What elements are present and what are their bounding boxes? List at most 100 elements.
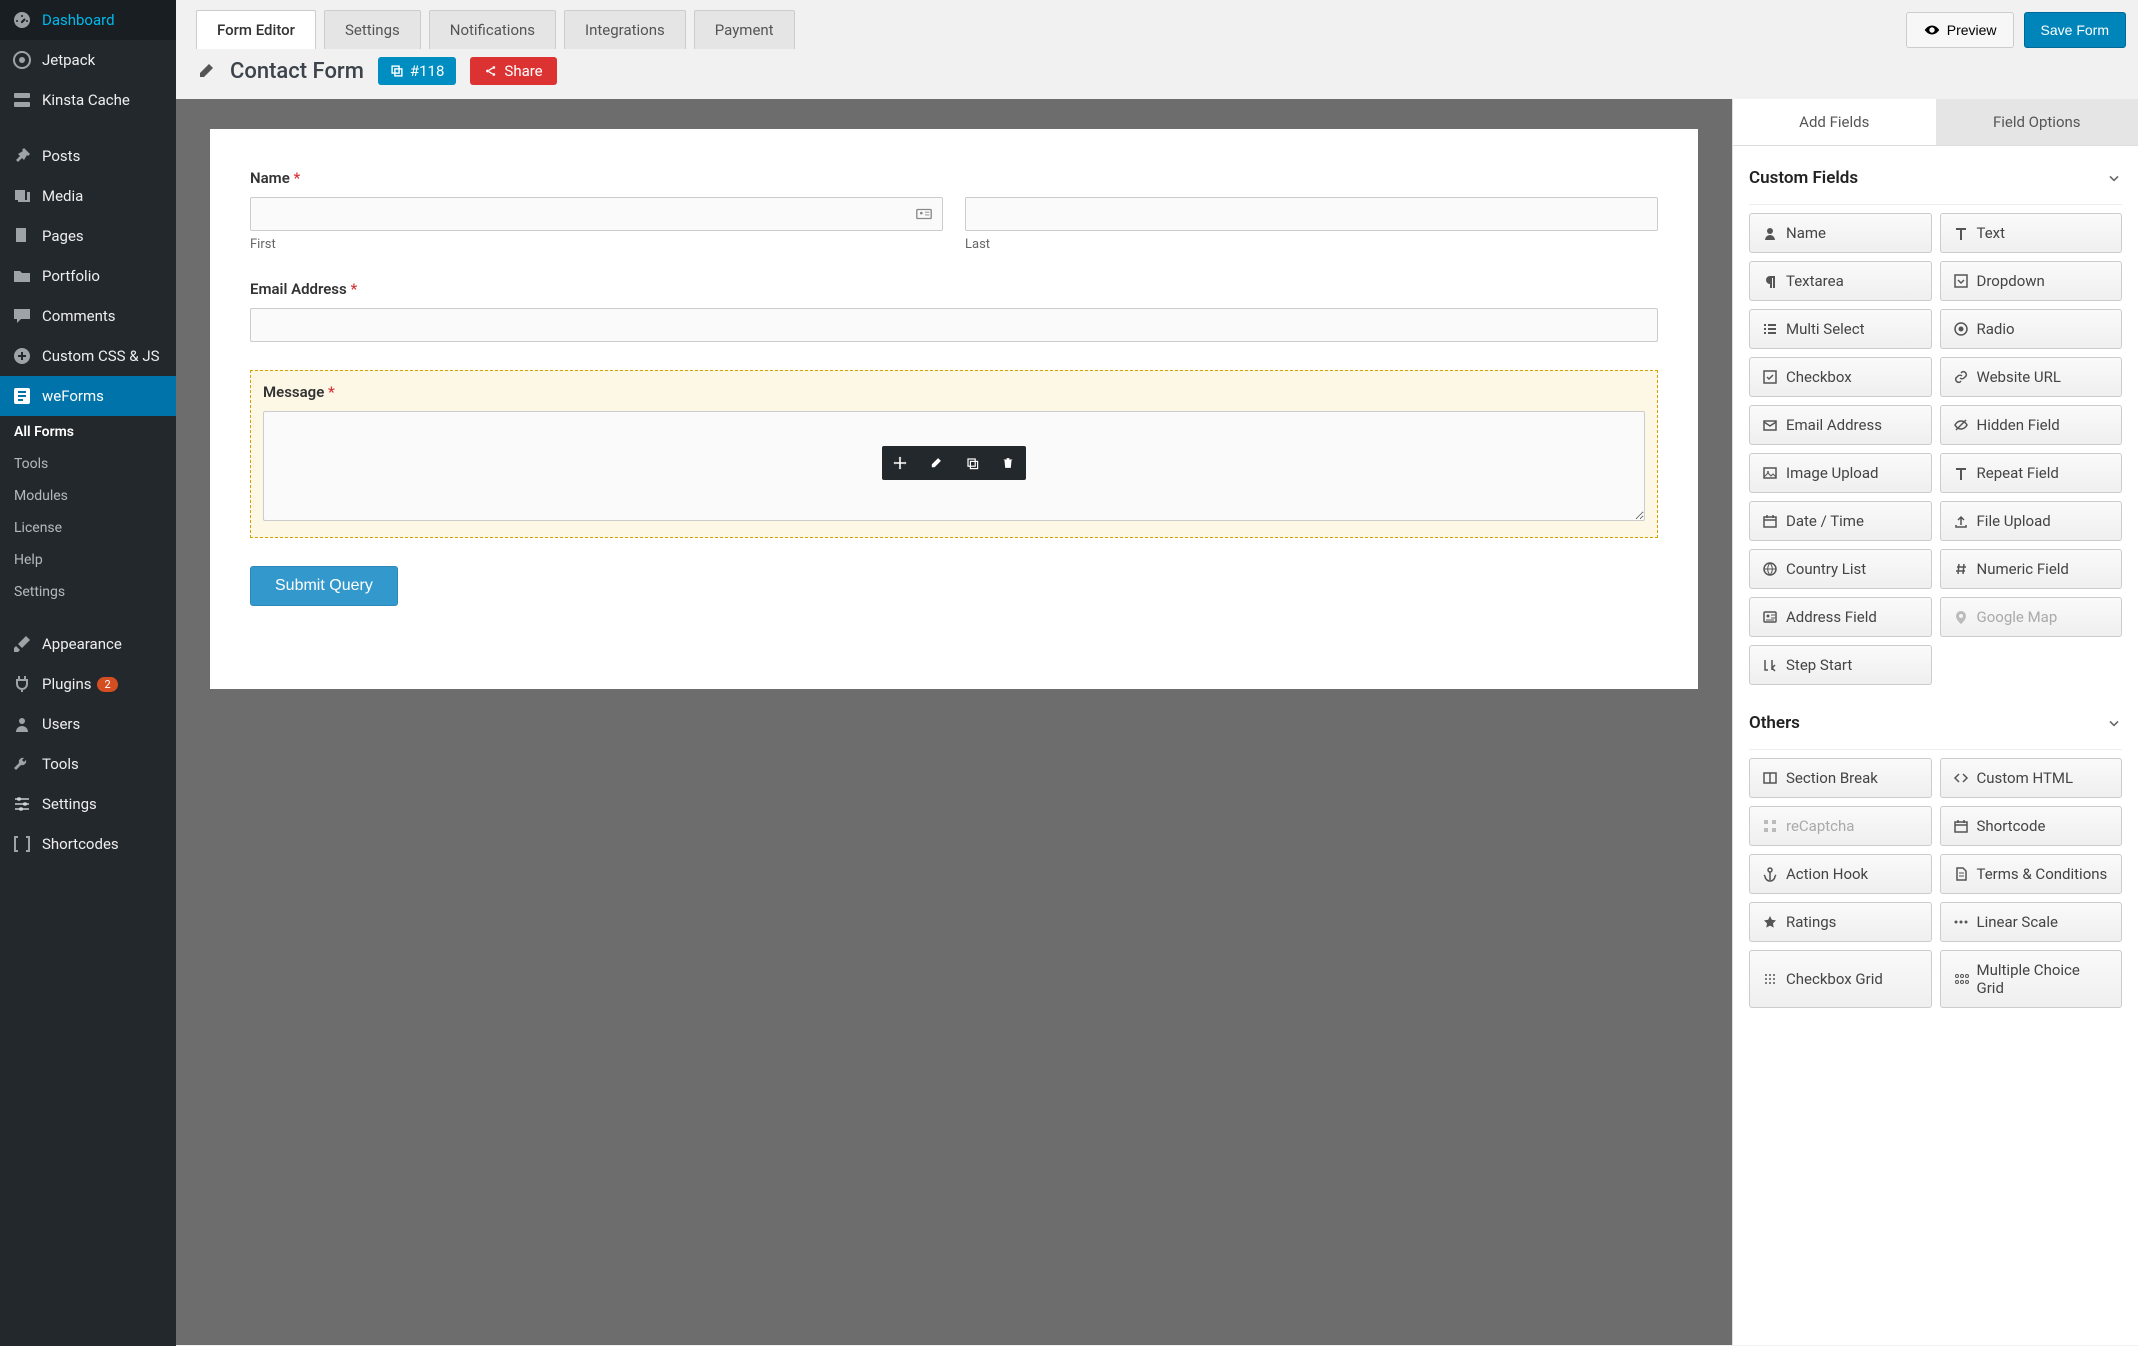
field-hidden-field[interactable]: Hidden Field: [1940, 405, 2123, 445]
text-icon: [1953, 225, 1969, 241]
field-text[interactable]: Text: [1940, 213, 2123, 253]
form-title: Contact Form: [230, 59, 364, 84]
field-linear-scale[interactable]: Linear Scale: [1940, 902, 2123, 942]
field-textarea[interactable]: Textarea: [1749, 261, 1932, 301]
field-name[interactable]: Name * First Last: [250, 169, 1658, 252]
field-checkbox-grid[interactable]: Checkbox Grid: [1749, 950, 1932, 1008]
field-terms-conditions[interactable]: Terms & Conditions: [1940, 854, 2123, 894]
field-file-upload[interactable]: File Upload: [1940, 501, 2123, 541]
tab-notifications[interactable]: Notifications: [429, 10, 556, 49]
tab-form-editor[interactable]: Form Editor: [196, 10, 316, 49]
sidebar-item-custom-css-js[interactable]: Custom CSS & JS: [0, 336, 176, 376]
field-image-upload[interactable]: Image Upload: [1749, 453, 1932, 493]
sidebar-item-posts[interactable]: Posts: [0, 136, 176, 176]
server-icon: [12, 90, 32, 110]
sidebar-sub-license[interactable]: License: [0, 512, 176, 544]
tab-add-fields[interactable]: Add Fields: [1733, 99, 1936, 146]
field-numeric-field[interactable]: Numeric Field: [1940, 549, 2123, 589]
field-ratings[interactable]: Ratings: [1749, 902, 1932, 942]
user-icon: [12, 714, 32, 734]
sidebar-item-jetpack[interactable]: Jetpack: [0, 40, 176, 80]
clone-field-button[interactable]: [954, 446, 990, 480]
tab-integrations[interactable]: Integrations: [564, 10, 686, 49]
share-button[interactable]: Share: [470, 57, 556, 85]
field-dropdown[interactable]: Dropdown: [1940, 261, 2123, 301]
field-email[interactable]: Email Address *: [250, 280, 1658, 342]
sidebar-label: Pages: [42, 227, 84, 245]
submit-button[interactable]: Submit Query: [250, 566, 398, 606]
dots-icon: [1953, 914, 1969, 930]
field-section-break[interactable]: Section Break: [1749, 758, 1932, 798]
sidebar-item-portfolio[interactable]: Portfolio: [0, 256, 176, 296]
field-label: Textarea: [1786, 272, 1844, 290]
section-custom-fields-header[interactable]: Custom Fields: [1749, 158, 2122, 198]
sidebar-item-kinsta-cache[interactable]: Kinsta Cache: [0, 80, 176, 120]
sidebar-item-comments[interactable]: Comments: [0, 296, 176, 336]
sidebar-sub-tools[interactable]: Tools: [0, 448, 176, 480]
field-message-selected[interactable]: Message *: [250, 370, 1658, 538]
brush-icon: [12, 634, 32, 654]
share-icon: [484, 64, 498, 78]
save-form-button[interactable]: Save Form: [2024, 12, 2126, 48]
file-icon: [1953, 866, 1969, 882]
field-repeat-field[interactable]: Repeat Field: [1940, 453, 2123, 493]
field-label: Date / Time: [1786, 512, 1864, 530]
message-label: Message *: [263, 383, 1645, 401]
sidebar-item-pages[interactable]: Pages: [0, 216, 176, 256]
edit-field-button[interactable]: [918, 446, 954, 480]
sidebar-item-weforms[interactable]: weForms: [0, 376, 176, 416]
sidebar-sub-modules[interactable]: Modules: [0, 480, 176, 512]
field-address-field[interactable]: Address Field: [1749, 597, 1932, 637]
field-custom-html[interactable]: Custom HTML: [1940, 758, 2123, 798]
field-step-start[interactable]: Step Start: [1749, 645, 1932, 685]
field-date-time[interactable]: Date / Time: [1749, 501, 1932, 541]
last-name-input[interactable]: [965, 197, 1658, 231]
first-name-input[interactable]: [250, 197, 943, 231]
field-label: File Upload: [1977, 512, 2051, 530]
field-shortcode[interactable]: Shortcode: [1940, 806, 2123, 846]
sidebar-item-plugins[interactable]: Plugins2: [0, 664, 176, 704]
field-multi-select[interactable]: Multi Select: [1749, 309, 1932, 349]
tab-field-options[interactable]: Field Options: [1936, 99, 2138, 146]
field-website-url[interactable]: Website URL: [1940, 357, 2123, 397]
move-field-button[interactable]: [882, 446, 918, 480]
tab-payment[interactable]: Payment: [694, 10, 795, 49]
star-icon: [1762, 914, 1778, 930]
sidebar-label: Plugins: [42, 675, 91, 693]
sidebar-item-shortcodes[interactable]: Shortcodes: [0, 824, 176, 864]
field-country-list[interactable]: Country List: [1749, 549, 1932, 589]
field-label: Step Start: [1786, 656, 1852, 674]
section-others-header[interactable]: Others: [1749, 703, 2122, 743]
last-sublabel: Last: [965, 237, 1658, 252]
tab-settings[interactable]: Settings: [324, 10, 421, 49]
sidebar-label: Posts: [42, 147, 80, 165]
sidebar-sub-settings[interactable]: Settings: [0, 576, 176, 608]
form-id-badge[interactable]: #118: [378, 57, 457, 85]
sidebar-sub-all-forms[interactable]: All Forms: [0, 416, 176, 448]
image-icon: [1762, 465, 1778, 481]
sidebar-sub-help[interactable]: Help: [0, 544, 176, 576]
delete-field-button[interactable]: [990, 446, 1026, 480]
field-action-hook[interactable]: Action Hook: [1749, 854, 1932, 894]
sidebar-item-users[interactable]: Users: [0, 704, 176, 744]
field-multiple-choice-grid[interactable]: Multiple Choice Grid: [1940, 950, 2123, 1008]
email-input[interactable]: [250, 308, 1658, 342]
sidebar-item-media[interactable]: Media: [0, 176, 176, 216]
field-label: Multi Select: [1786, 320, 1865, 338]
sidebar-label: Appearance: [42, 635, 122, 653]
text-icon: [1953, 465, 1969, 481]
sidebar-item-dashboard[interactable]: Dashboard: [0, 0, 176, 40]
field-checkbox[interactable]: Checkbox: [1749, 357, 1932, 397]
field-name[interactable]: Name: [1749, 213, 1932, 253]
sidebar-item-appearance[interactable]: Appearance: [0, 624, 176, 664]
list-icon: [1762, 321, 1778, 337]
field-radio[interactable]: Radio: [1940, 309, 2123, 349]
preview-button[interactable]: Preview: [1906, 12, 2014, 48]
field-email-address[interactable]: Email Address: [1749, 405, 1932, 445]
sidebar-item-tools[interactable]: Tools: [0, 744, 176, 784]
move-icon: [892, 455, 908, 471]
sidebar-item-settings[interactable]: Settings: [0, 784, 176, 824]
field-label: Dropdown: [1977, 272, 2045, 290]
editor-topbar: Form EditorSettingsNotificationsIntegrat…: [176, 0, 2138, 49]
folder-icon: [12, 266, 32, 286]
